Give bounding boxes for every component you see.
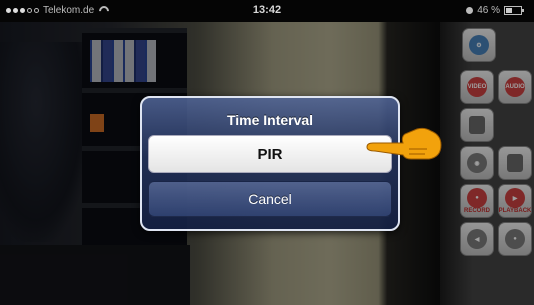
camera-icon: ◉ [467, 153, 487, 173]
pir-option-button[interactable]: PIR [148, 135, 392, 173]
speaker-icon: ◀ [467, 229, 487, 249]
settings-gear-button[interactable]: ⚙ [462, 28, 496, 62]
phone-button[interactable] [460, 108, 494, 142]
microphone-icon: ● [505, 229, 525, 249]
cancel-button[interactable]: Cancel [148, 181, 392, 217]
battery-icon [504, 6, 524, 15]
photos-icon [507, 154, 523, 172]
lock-rotation-icon [466, 7, 474, 14]
status-bar: Telekom.de 13:42 46 % [0, 0, 534, 22]
playback-icon: ▶ [505, 188, 525, 208]
audio-icon: AUDIO [505, 77, 525, 97]
gear-icon: ⚙ [469, 35, 489, 55]
status-time: 13:42 [252, 4, 282, 16]
playback-label: PLAYBACK [498, 208, 532, 214]
dialog-title: Time Interval [226, 112, 314, 128]
camera-snapshot-button[interactable]: ◉ [460, 146, 494, 180]
microphone-button[interactable]: ● [498, 222, 532, 256]
record-button[interactable]: ● RECORD [460, 184, 494, 218]
battery-percent: 46 % [477, 5, 500, 16]
side-control-panel: ⚙ VIDEO AUDIO ◉ ● RECORD ▶ PLAYBACK ◀ ● [440, 22, 534, 305]
record-label: RECORD [463, 208, 490, 214]
video-button[interactable]: VIDEO [460, 70, 494, 104]
time-interval-dialog: Time Interval PIR Cancel [140, 96, 400, 231]
record-icon: ● [467, 188, 487, 208]
speaker-button[interactable]: ◀ [460, 222, 494, 256]
gallery-button[interactable] [498, 146, 532, 180]
playback-button[interactable]: ▶ PLAYBACK [498, 184, 532, 218]
pointing-hand-icon [366, 127, 442, 160]
audio-button[interactable]: AUDIO [498, 70, 532, 104]
phone-icon [469, 116, 485, 134]
status-right: 46 % [466, 5, 524, 16]
video-icon: VIDEO [467, 77, 487, 97]
